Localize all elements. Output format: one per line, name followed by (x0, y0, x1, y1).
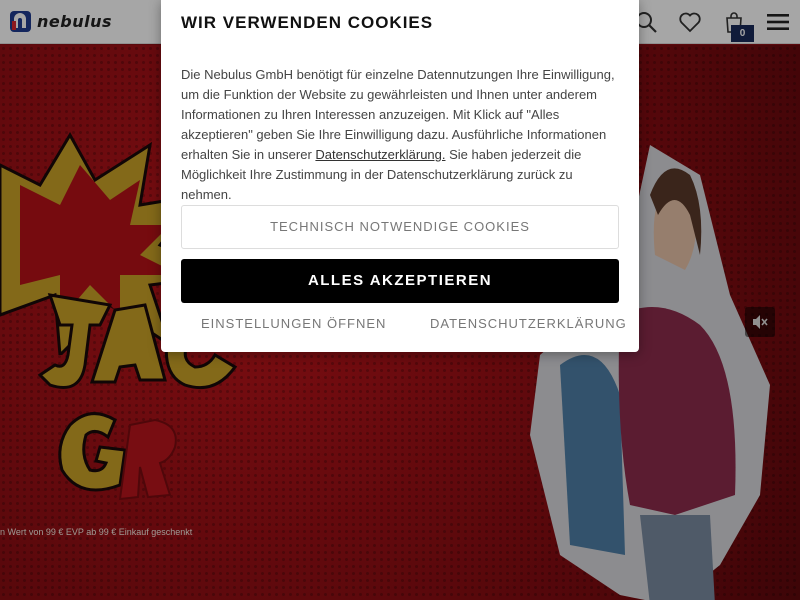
privacy-policy-footer-link[interactable]: DATENSCHUTZERKLÄRUNG (430, 316, 627, 331)
accept-all-button[interactable]: ALLES AKZEPTIEREN (181, 259, 619, 303)
cookie-consent-modal: WIR VERWENDEN COOKIES Die Nebulus GmbH b… (161, 0, 639, 352)
modal-title: WIR VERWENDEN COOKIES (181, 13, 434, 32)
open-settings-link[interactable]: EINSTELLUNGEN ÖFFNEN (201, 316, 386, 331)
modal-description: Die Nebulus GmbH benötigt für einzelne D… (181, 65, 621, 205)
privacy-policy-link[interactable]: Datenschutzerklärung. (315, 147, 445, 162)
necessary-cookies-button[interactable]: TECHNISCH NOTWENDIGE COOKIES (181, 205, 619, 249)
